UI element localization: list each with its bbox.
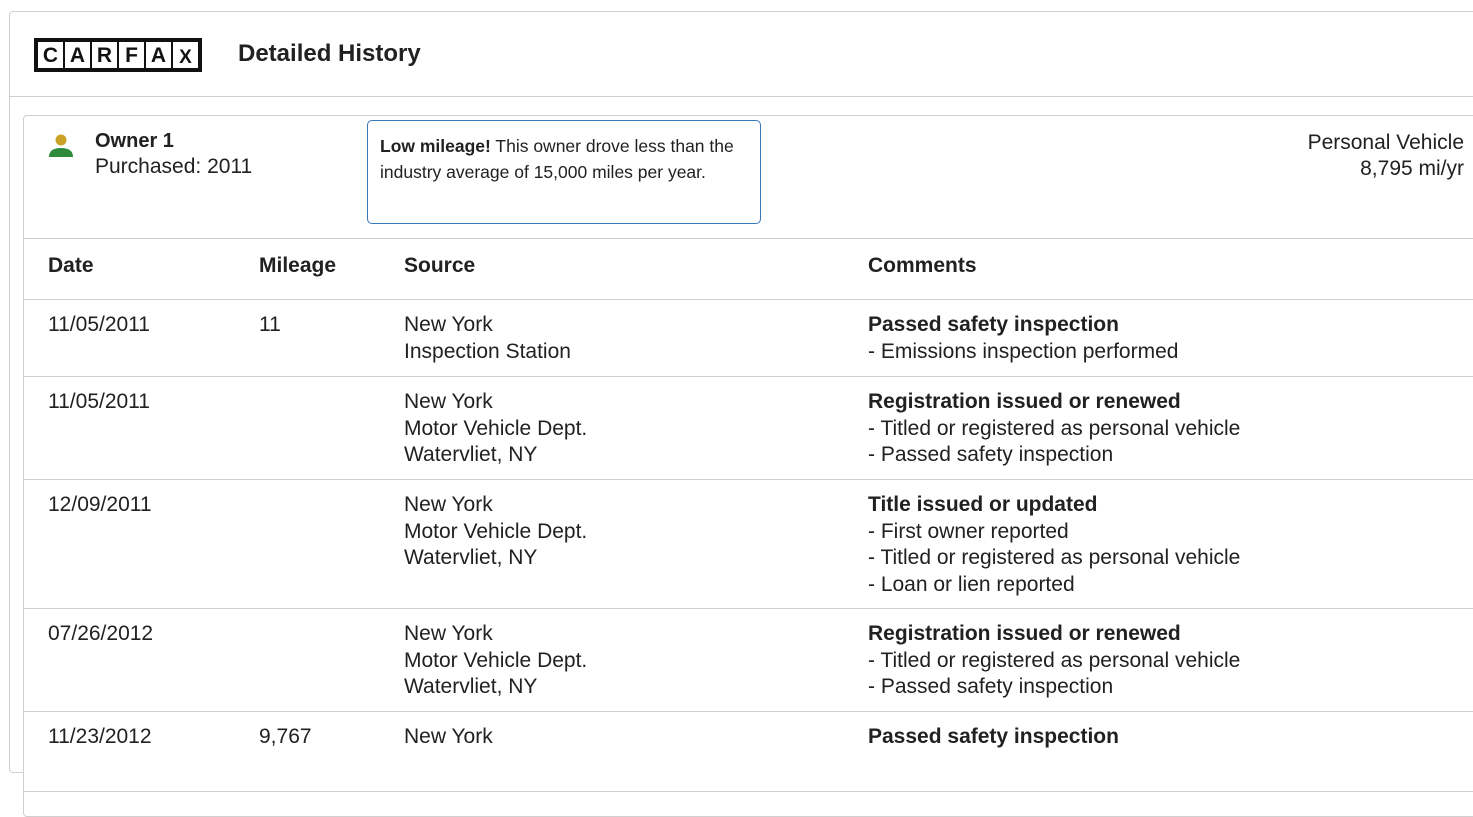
table-row: 11/23/2012 9,767 New York Passed safety ins…: [23, 712, 1473, 792]
vehicle-type: Personal Vehicle: [1307, 131, 1464, 154]
comment-title: Registration issued or renewed: [868, 390, 1181, 413]
row-comments: Passed safety inspection: [868, 724, 1119, 751]
section-title: Detailed History: [238, 40, 421, 67]
column-header-source: Source: [404, 254, 476, 277]
source-line: Motor Vehicle Dept.: [404, 519, 588, 543]
table-header-row: Date Mileage Source Comments: [23, 239, 1473, 300]
comment-line: Passed safety inspection: [868, 442, 1240, 469]
table-row: 11/05/2011 11 New York Inspection Station Pa…: [23, 300, 1473, 377]
comment-line: First owner reported: [868, 519, 1240, 546]
row-date: 11/05/2011: [48, 313, 150, 336]
row-date: 11/23/2012: [48, 725, 152, 748]
owner-usage-summary: Personal Vehicle 8,795 mi/yr: [1308, 130, 1464, 182]
miles-per-year: 8,795 mi/yr: [1360, 157, 1464, 180]
source-line: Inspection Station: [404, 339, 571, 363]
logo-letter: A: [65, 42, 90, 68]
logo-letter: C: [38, 42, 63, 68]
row-source: New York Inspection Station: [404, 312, 571, 365]
logo-letter: F: [119, 42, 144, 68]
logo-letter: X: [173, 42, 198, 68]
row-comments: Title issued or updated First owner repor…: [868, 492, 1240, 598]
row-source: New York Motor Vehicle Dept. Watervliet, N…: [404, 492, 587, 572]
section-header: C A R F A X Detailed History: [10, 12, 1473, 97]
comment-title: Registration issued or renewed: [868, 622, 1181, 645]
logo-letter: A: [146, 42, 171, 68]
comment-line: Loan or lien reported: [868, 572, 1240, 599]
row-source: New York Motor Vehicle Dept. Watervliet, N…: [404, 389, 587, 469]
carfax-logo: C A R F A X: [34, 38, 202, 72]
history-table: Date Mileage Source Comments 11/05/2011 1…: [23, 238, 1473, 792]
source-line: New York: [404, 493, 493, 516]
row-comments: Passed safety inspection Emissions inspec…: [868, 312, 1178, 365]
table-row: 07/26/2012 New York Motor Vehicle Dept. Wat…: [23, 609, 1473, 712]
owner-person-icon: [49, 134, 73, 157]
row-mileage: 11: [259, 313, 281, 336]
owner-card: Owner 1 Purchased: 2011 Low mileage! Thi…: [23, 115, 1473, 817]
table-body: 11/05/2011 11 New York Inspection Station Pa…: [23, 300, 1473, 792]
comment-title: Passed safety inspection: [868, 313, 1119, 336]
row-date: 07/26/2012: [48, 622, 154, 645]
comment-line: Emissions inspection performed: [868, 339, 1179, 366]
detailed-history-panel: C A R F A X Detailed History Owner 1 Pur…: [9, 11, 1473, 817]
row-comments: Registration issued or renewed Titled or …: [868, 389, 1240, 469]
row-date: 11/05/2011: [48, 390, 150, 413]
comment-title: Passed safety inspection: [868, 725, 1119, 748]
source-line: New York: [404, 313, 493, 336]
source-line: New York: [404, 622, 493, 645]
column-header-comments: Comments: [868, 254, 977, 277]
source-line: Motor Vehicle Dept.: [404, 416, 588, 440]
logo-letter: R: [92, 42, 117, 68]
row-date: 12/09/2011: [48, 493, 152, 516]
table-row: 12/09/2011 New York Motor Vehicle Dept. Wat…: [23, 480, 1473, 609]
comment-title: Title issued or updated: [868, 493, 1098, 516]
column-header-date: Date: [48, 254, 94, 277]
source-line: New York: [404, 390, 493, 413]
source-line: New York: [404, 725, 493, 748]
table-row: 11/05/2011 New York Motor Vehicle Dept. Wat…: [23, 377, 1473, 480]
column-header-mileage: Mileage: [259, 254, 337, 277]
source-line: Watervliet, NY: [404, 546, 538, 569]
comment-line: Titled or registered as personal vehicle: [868, 416, 1240, 443]
row-source: New York: [404, 724, 493, 751]
callout-highlight: Low mileage!: [380, 136, 491, 156]
owner-purchased: Purchased: 2011: [95, 155, 253, 178]
comment-line: Titled or registered as personal vehicle: [868, 648, 1240, 675]
owner-title: Owner 1: [95, 130, 174, 152]
source-line: Motor Vehicle Dept.: [404, 648, 588, 672]
source-line: Watervliet, NY: [404, 675, 538, 698]
row-mileage: 9,767: [259, 725, 312, 748]
row-source: New York Motor Vehicle Dept. Watervliet, N…: [404, 621, 587, 701]
source-line: Watervliet, NY: [404, 443, 538, 466]
comment-line: Titled or registered as personal vehicle: [868, 545, 1240, 572]
comment-line: Passed safety inspection: [868, 674, 1240, 701]
low-mileage-callout: Low mileage! This owner drove less than …: [367, 120, 761, 224]
row-comments: Registration issued or renewed Titled or …: [868, 621, 1240, 701]
